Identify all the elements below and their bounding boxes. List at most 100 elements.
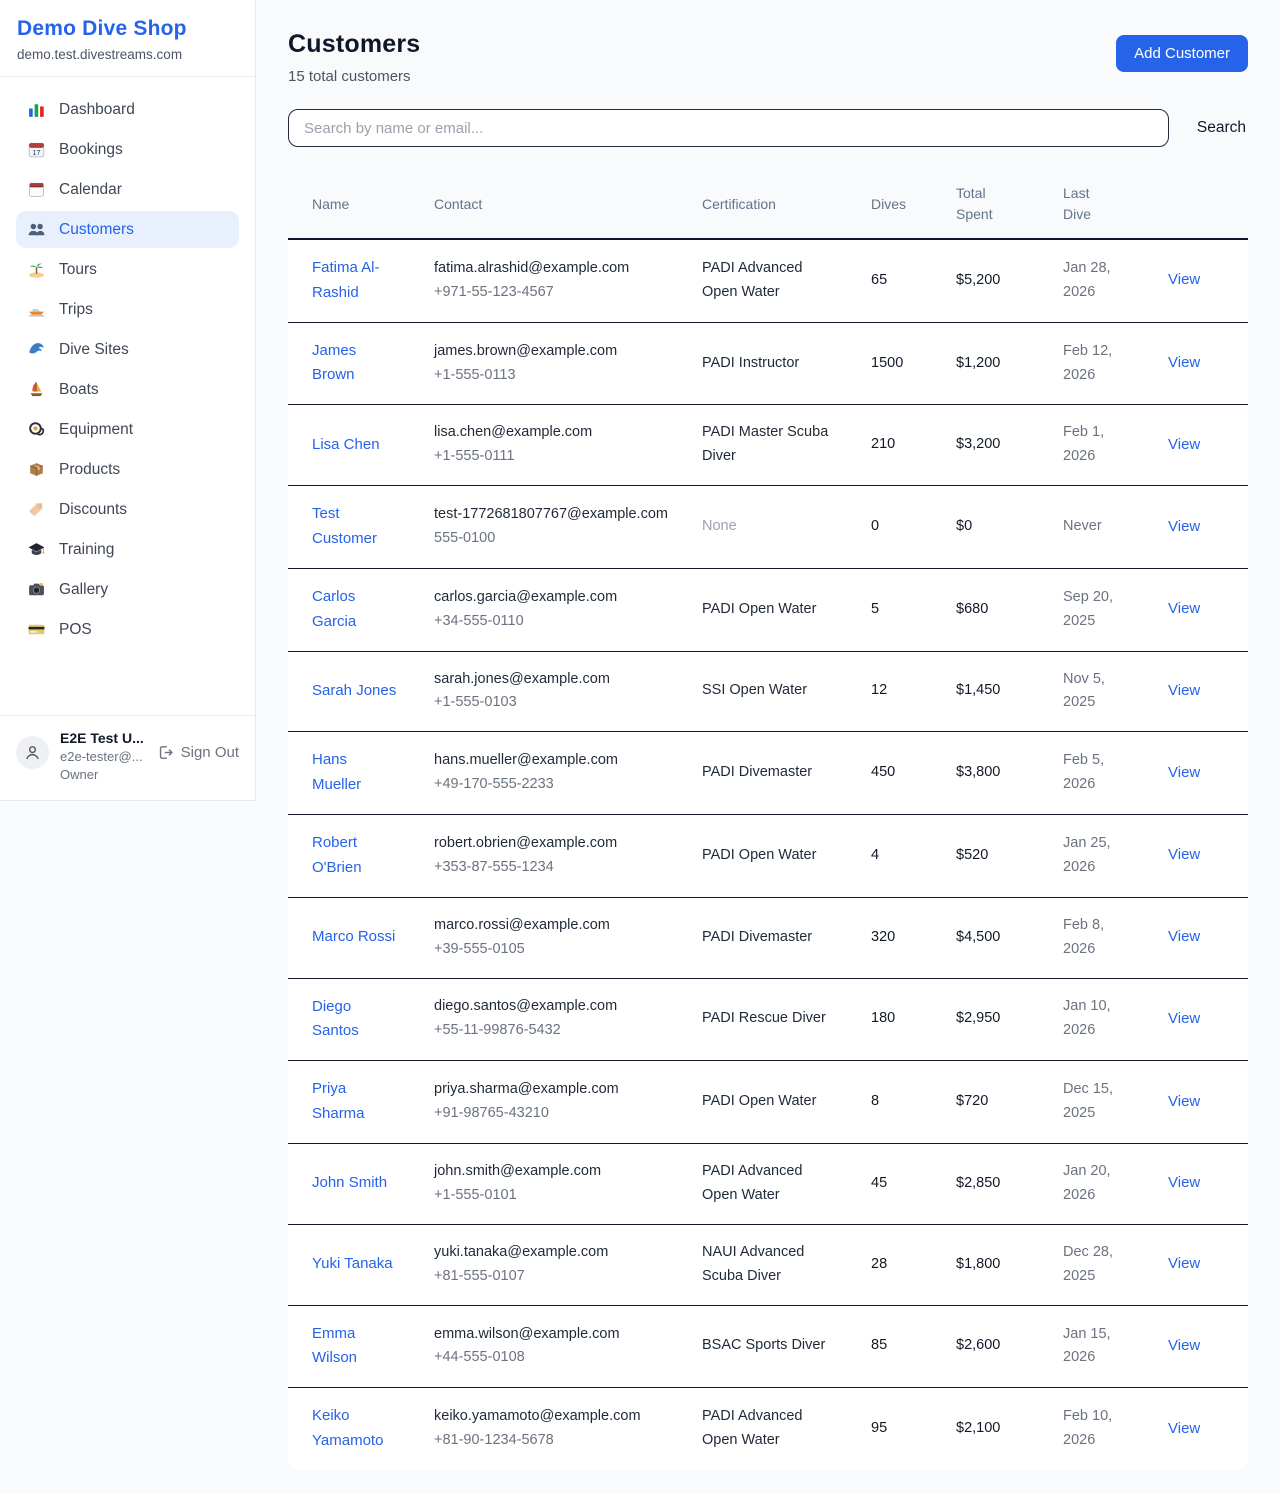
table-row: Test Customer test-1772681807767@example… xyxy=(288,486,1248,569)
customer-name-link[interactable]: Carlos Garcia xyxy=(312,585,400,635)
sign-out-label: Sign Out xyxy=(181,744,239,761)
table-row: James Brown james.brown@example.com +1-5… xyxy=(288,322,1248,405)
customer-name-link[interactable]: Priya Sharma xyxy=(312,1077,400,1127)
search-input[interactable] xyxy=(288,109,1169,147)
sidebar-user-footer: E2E Test U... e2e-tester@... Owner Sign … xyxy=(0,715,255,800)
view-customer-link[interactable]: View xyxy=(1168,354,1200,371)
table-row: Emma Wilson emma.wilson@example.com +44-… xyxy=(288,1305,1248,1388)
col-header-name: Name xyxy=(288,169,434,239)
customer-last-dive: Never xyxy=(1063,515,1158,539)
customer-dives: 12 xyxy=(871,682,887,698)
view-customer-link[interactable]: View xyxy=(1168,1337,1200,1354)
main-content: Customers 15 total customers Add Custome… xyxy=(256,0,1280,1494)
sidebar-item-label: Products xyxy=(59,461,120,479)
customer-total-spent: $2,850 xyxy=(956,1175,1000,1191)
customer-email: diego.santos@example.com xyxy=(434,995,674,1019)
view-customer-link[interactable]: View xyxy=(1168,1174,1200,1191)
customer-name-link[interactable]: John Smith xyxy=(312,1171,387,1196)
sign-out-button[interactable]: Sign Out xyxy=(157,744,239,761)
customer-certification: PADI Advanced Open Water xyxy=(702,1160,832,1208)
customer-dives: 4 xyxy=(871,847,879,863)
customer-email: lisa.chen@example.com xyxy=(434,421,674,445)
customer-certification: PADI Instructor xyxy=(702,352,832,376)
table-row: Keiko Yamamoto keiko.yamamoto@example.co… xyxy=(288,1388,1248,1470)
customer-name-link[interactable]: Robert O'Brien xyxy=(312,831,400,881)
customer-phone: +81-90-1234-5678 xyxy=(434,1429,692,1453)
view-customer-link[interactable]: View xyxy=(1168,1093,1200,1110)
view-customer-link[interactable]: View xyxy=(1168,928,1200,945)
sidebar-item-dashboard[interactable]: Dashboard xyxy=(16,91,239,128)
view-customer-link[interactable]: View xyxy=(1168,436,1200,453)
customer-email: carlos.garcia@example.com xyxy=(434,586,674,610)
sidebar-nav: Dashboard 17BookingsCalendarCustomersTour… xyxy=(0,77,255,715)
customer-name-link[interactable]: Keiko Yamamoto xyxy=(312,1404,400,1454)
sidebar-item-discounts[interactable]: Discounts xyxy=(16,491,239,528)
view-customer-link[interactable]: View xyxy=(1168,1420,1200,1437)
customer-certification: NAUI Advanced Scuba Diver xyxy=(702,1241,832,1289)
sidebar-item-boats[interactable]: Boats xyxy=(16,371,239,408)
pos-icon xyxy=(27,620,46,639)
view-customer-link[interactable]: View xyxy=(1168,600,1200,617)
customer-email: john.smith@example.com xyxy=(434,1160,674,1184)
customer-name-link[interactable]: Fatima Al-Rashid xyxy=(312,256,400,306)
view-customer-link[interactable]: View xyxy=(1168,1010,1200,1027)
customer-phone: +44-555-0108 xyxy=(434,1346,692,1370)
discounts-icon xyxy=(27,500,46,519)
add-customer-button[interactable]: Add Customer xyxy=(1116,35,1248,72)
sidebar-item-training[interactable]: Training xyxy=(16,531,239,568)
customer-name-link[interactable]: Marco Rossi xyxy=(312,925,395,950)
search-button[interactable]: Search xyxy=(1195,113,1248,143)
customer-name-link[interactable]: Test Customer xyxy=(312,502,400,552)
sidebar-item-pos[interactable]: POS xyxy=(16,611,239,648)
sidebar-item-equipment[interactable]: Equipment xyxy=(16,411,239,448)
customer-total-spent: $4,500 xyxy=(956,929,1000,945)
table-row: John Smith john.smith@example.com +1-555… xyxy=(288,1143,1248,1224)
view-customer-link[interactable]: View xyxy=(1168,846,1200,863)
tours-icon xyxy=(27,260,46,279)
total-customers-count: 15 total customers xyxy=(288,68,420,85)
customer-last-dive: Feb 5, 2026 xyxy=(1063,749,1125,797)
sidebar-item-label: Dashboard xyxy=(59,101,135,119)
sidebar-item-gallery[interactable]: Gallery xyxy=(16,571,239,608)
customer-phone: +1-555-0101 xyxy=(434,1184,692,1208)
customer-certification: PADI Advanced Open Water xyxy=(702,257,832,305)
view-customer-link[interactable]: View xyxy=(1168,271,1200,288)
sidebar-item-products[interactable]: Products xyxy=(16,451,239,488)
sidebar-item-dive-sites[interactable]: Dive Sites xyxy=(16,331,239,368)
sidebar-item-tours[interactable]: Tours xyxy=(16,251,239,288)
sidebar-item-bookings[interactable]: 17Bookings xyxy=(16,131,239,168)
view-customer-link[interactable]: View xyxy=(1168,764,1200,781)
view-customer-link[interactable]: View xyxy=(1168,682,1200,699)
brand-header: Demo Dive Shop demo.test.divestreams.com xyxy=(0,0,255,77)
customer-email: fatima.alrashid@example.com xyxy=(434,257,674,281)
view-customer-link[interactable]: View xyxy=(1168,518,1200,535)
user-name: E2E Test U... xyxy=(60,730,146,746)
col-header-last-dive: Last Dive xyxy=(1063,169,1168,239)
customer-name-link[interactable]: Sarah Jones xyxy=(312,679,396,704)
view-customer-link[interactable]: View xyxy=(1168,1255,1200,1272)
col-header-dives: Dives xyxy=(871,169,956,239)
table-row: Marco Rossi marco.rossi@example.com +39-… xyxy=(288,897,1248,978)
table-row: Carlos Garcia carlos.garcia@example.com … xyxy=(288,568,1248,651)
customer-name-link[interactable]: Lisa Chen xyxy=(312,433,380,458)
sidebar-item-trips[interactable]: Trips xyxy=(16,291,239,328)
customer-name-link[interactable]: Hans Mueller xyxy=(312,748,400,798)
customer-name-link[interactable]: Diego Santos xyxy=(312,995,400,1045)
table-row: Sarah Jones sarah.jones@example.com +1-5… xyxy=(288,651,1248,732)
customer-name-link[interactable]: James Brown xyxy=(312,339,400,389)
customer-name-link[interactable]: Yuki Tanaka xyxy=(312,1252,393,1277)
dashboard-icon xyxy=(27,100,46,119)
user-email: e2e-tester@... xyxy=(60,749,146,764)
customer-last-dive: Feb 12, 2026 xyxy=(1063,340,1125,388)
customer-last-dive: Feb 8, 2026 xyxy=(1063,914,1125,962)
customer-phone: +1-555-0113 xyxy=(434,364,692,388)
sidebar-item-calendar[interactable]: Calendar xyxy=(16,171,239,208)
customer-phone: +55-11-99876-5432 xyxy=(434,1019,692,1043)
customer-certification: PADI Divemaster xyxy=(702,926,832,950)
customer-name-link[interactable]: Emma Wilson xyxy=(312,1322,400,1372)
sidebar-item-customers[interactable]: Customers xyxy=(16,211,239,248)
customer-email: emma.wilson@example.com xyxy=(434,1323,674,1347)
person-icon xyxy=(24,744,41,761)
customer-last-dive: Feb 10, 2026 xyxy=(1063,1405,1125,1453)
customer-total-spent: $1,450 xyxy=(956,682,1000,698)
